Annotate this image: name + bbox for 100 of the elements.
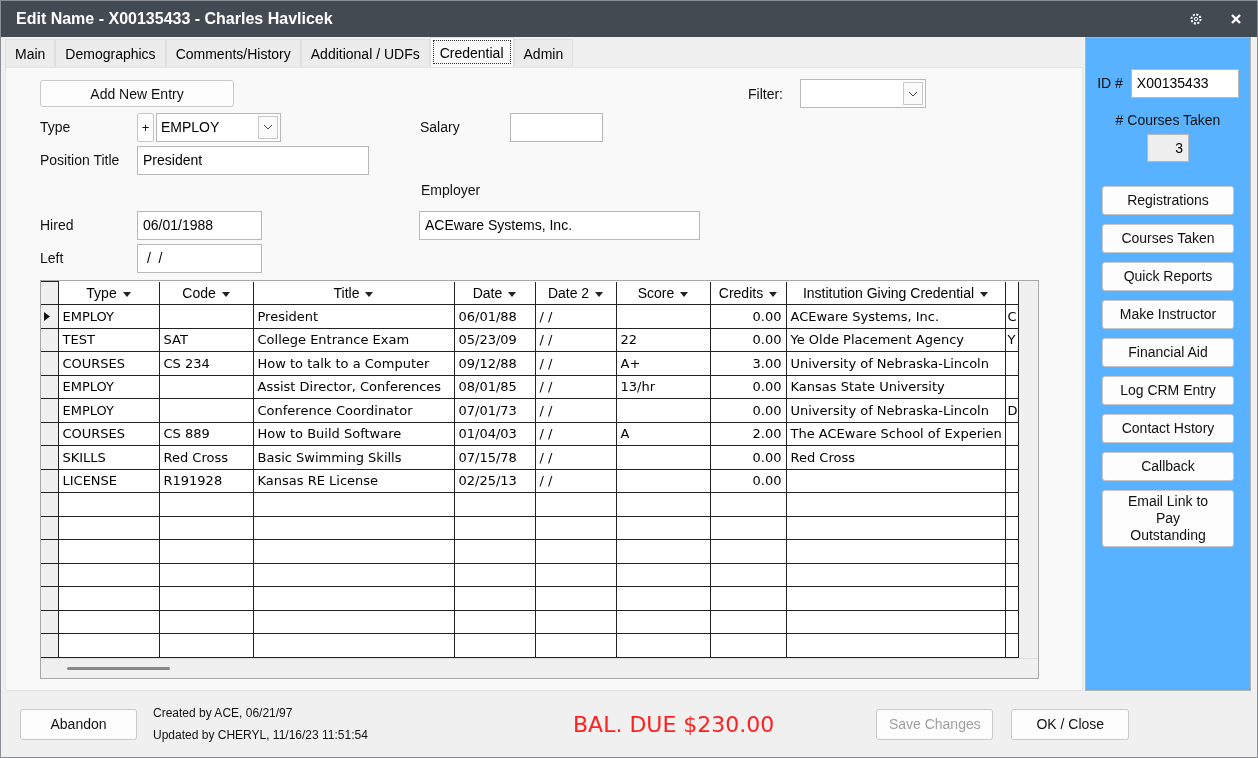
- window-title: Edit Name - X00135433 - Charles Havlicek: [16, 10, 334, 28]
- column-header[interactable]: Institution Giving Credential: [786, 281, 1005, 305]
- table-cell: 3.00: [752, 355, 782, 371]
- table-cell: 0.00: [752, 308, 782, 324]
- table-cell: 0.00: [752, 473, 782, 489]
- row-indicator[interactable]: [41, 633, 58, 658]
- position-title-field[interactable]: President: [137, 145, 369, 175]
- table-cell: 0.00: [752, 379, 782, 395]
- column-header[interactable]: Code: [159, 281, 253, 305]
- table-cell: 02/25/13: [458, 473, 517, 489]
- column-header[interactable]: Credits: [710, 281, 786, 305]
- table-cell: A: [620, 426, 630, 442]
- add-type-button[interactable]: +: [137, 112, 154, 142]
- column-header[interactable]: Title: [253, 281, 454, 305]
- id-field[interactable]: X00135433: [1130, 68, 1239, 98]
- row-indicator[interactable]: [41, 304, 58, 329]
- row-indicator[interactable]: [41, 422, 58, 446]
- table-cell: ACEware Systems, Inc.: [790, 308, 940, 324]
- table-cell: LICENSE: [62, 473, 118, 489]
- row-indicator[interactable]: [41, 610, 58, 634]
- tab[interactable]: Admin: [513, 39, 574, 67]
- row-indicator[interactable]: [41, 398, 58, 423]
- table-cell: Assist Director, Conferences: [257, 379, 442, 395]
- tab[interactable]: Main: [5, 39, 56, 67]
- row-indicator[interactable]: [41, 469, 58, 493]
- table-cell: Kansas RE License: [257, 473, 379, 489]
- table-cell: College Entrance Exam: [257, 332, 410, 348]
- table-cell: Basic Swimming Skills: [257, 449, 402, 465]
- side-button[interactable]: Email Link to Pay Outstanding: [1102, 490, 1234, 547]
- table-cell: The ACEware School of Experien: [790, 426, 1002, 442]
- table-cell: 01/04/03: [458, 426, 517, 442]
- type-dropdown[interactable]: EMPLOY: [156, 112, 281, 142]
- position-title-label: Position Title: [40, 152, 121, 168]
- sort-icon[interactable]: [122, 291, 131, 297]
- table-cell: 13/hr: [620, 379, 655, 395]
- tab[interactable]: Credential: [429, 37, 514, 67]
- table-cell: / /: [539, 426, 553, 442]
- salary-label: Salary: [420, 119, 461, 135]
- created-info: Created by ACE, 06/21/97: [153, 705, 294, 722]
- table-cell: EMPLOY: [62, 402, 114, 418]
- side-button[interactable]: Callback: [1102, 452, 1234, 481]
- table-cell: 05/23/09: [458, 332, 517, 348]
- id-label: ID #: [1097, 75, 1123, 91]
- column-header[interactable]: Type: [58, 281, 159, 305]
- tab[interactable]: Comments/History: [165, 39, 301, 67]
- side-button[interactable]: Financial Aid: [1102, 338, 1234, 367]
- table-cell: 2.00: [752, 426, 782, 442]
- row-indicator[interactable]: [41, 539, 58, 564]
- table-cell: / /: [539, 355, 553, 371]
- table-cell: Red Cross: [790, 449, 855, 465]
- tab[interactable]: Demographics: [55, 39, 166, 67]
- column-header[interactable]: Score: [616, 281, 710, 305]
- left-field[interactable]: / /: [137, 243, 262, 273]
- courses-count-field: 3: [1147, 134, 1189, 162]
- column-header[interactable]: Date 2: [535, 281, 616, 305]
- hired-label: Hired: [40, 217, 75, 233]
- salary-field[interactable]: [510, 112, 603, 142]
- table-cell: SAT: [163, 332, 188, 348]
- table-cell: 0.00: [752, 449, 782, 465]
- row-indicator[interactable]: [41, 375, 58, 399]
- table-cell: EMPLOY: [62, 308, 114, 324]
- table-cell: D: [1007, 402, 1017, 418]
- sort-icon[interactable]: [508, 291, 517, 297]
- row-indicator[interactable]: [41, 445, 58, 470]
- sort-icon[interactable]: [769, 291, 778, 297]
- table-cell: 07/01/73: [458, 402, 517, 418]
- add-entry-button[interactable]: Add New Entry: [40, 80, 234, 107]
- row-indicator[interactable]: [41, 492, 58, 517]
- table-cell: Conference Coordinator: [257, 402, 413, 418]
- side-button[interactable]: Courses Taken: [1102, 224, 1234, 253]
- sort-icon[interactable]: [365, 291, 374, 297]
- table-cell: Y: [1007, 332, 1016, 348]
- column-header[interactable]: Date: [454, 281, 535, 305]
- table-cell: 06/01/88: [458, 308, 517, 324]
- table-cell: University of Nebraska-Lincoln: [790, 355, 989, 371]
- sort-icon[interactable]: [221, 291, 230, 297]
- side-button[interactable]: Contact Hstory: [1102, 414, 1234, 443]
- row-indicator[interactable]: [41, 328, 58, 352]
- table-cell: How to talk to a Computer: [257, 355, 430, 371]
- tab[interactable]: Additional / UDFs: [300, 39, 430, 67]
- hired-field[interactable]: 06/01/1988: [137, 210, 262, 240]
- side-button[interactable]: Make Instructor: [1102, 300, 1234, 329]
- row-indicator[interactable]: [41, 351, 58, 376]
- table-cell: CS 234: [163, 355, 210, 371]
- table-cell: / /: [539, 308, 553, 324]
- caret-icon: [903, 82, 923, 105]
- abandon-button[interactable]: Abandon: [20, 708, 137, 740]
- sort-icon[interactable]: [680, 291, 689, 297]
- row-indicator[interactable]: [41, 516, 58, 540]
- employer-field[interactable]: ACEware Systems, Inc.: [419, 210, 700, 240]
- ok-close-button[interactable]: OK / Close: [1011, 708, 1130, 740]
- table-cell: A+: [620, 355, 641, 371]
- side-button[interactable]: Registrations: [1102, 186, 1234, 215]
- side-button[interactable]: Log CRM Entry: [1102, 376, 1234, 405]
- row-indicator[interactable]: [41, 586, 58, 611]
- side-button[interactable]: Quick Reports: [1102, 262, 1234, 291]
- sort-icon[interactable]: [980, 291, 989, 297]
- row-indicator[interactable]: [41, 563, 58, 587]
- current-row-icon: [44, 311, 50, 321]
- sort-icon[interactable]: [595, 291, 604, 297]
